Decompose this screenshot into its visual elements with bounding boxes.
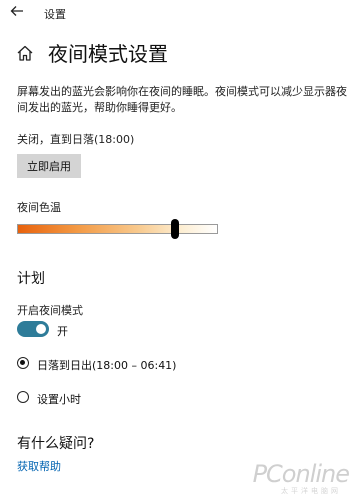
watermark-subtext: 太平洋电脑网 [281, 487, 341, 495]
slider-thumb[interactable] [171, 219, 179, 239]
description-text: 屏幕发出的蓝光会影响你在夜间的睡眠。夜间模式可以减少显示器夜间发出的蓝光，帮助你… [17, 85, 347, 114]
radio-selected-dot [20, 360, 25, 365]
toggle-label: 开启夜间模式 [17, 304, 83, 317]
back-arrow-icon[interactable] [10, 4, 24, 18]
schedule-title: 计划 [17, 271, 45, 287]
watermark-logo: PConline 太平洋电脑网 [253, 460, 353, 496]
status-text: 关闭，直到日落(18:00) [17, 133, 135, 146]
toggle-state-text: 开 [57, 325, 68, 338]
get-help-link[interactable]: 获取帮助 [17, 458, 61, 474]
color-temp-slider[interactable] [17, 219, 218, 239]
title-bar: 设置 [0, 0, 362, 24]
faq-title: 有什么疑问? [17, 436, 95, 452]
page-title: 夜间模式设置 [48, 42, 168, 66]
radio-set-hours[interactable] [17, 391, 29, 403]
radio-label-set-hours[interactable]: 设置小时 [37, 391, 81, 407]
enable-now-button[interactable]: 立即启用 [17, 154, 81, 178]
watermark-text: PConline [252, 460, 350, 488]
home-icon[interactable] [16, 44, 34, 62]
toggle-knob [36, 324, 46, 334]
radio-sunset-to-sunrise[interactable] [17, 357, 29, 369]
radio-label-sunset-to-sunrise[interactable]: 日落到日出(18:00 – 06:41) [37, 357, 176, 373]
color-temp-label: 夜间色温 [17, 201, 61, 214]
app-title: 设置 [44, 8, 66, 21]
night-mode-toggle[interactable] [17, 321, 49, 337]
slider-track[interactable] [17, 224, 218, 234]
